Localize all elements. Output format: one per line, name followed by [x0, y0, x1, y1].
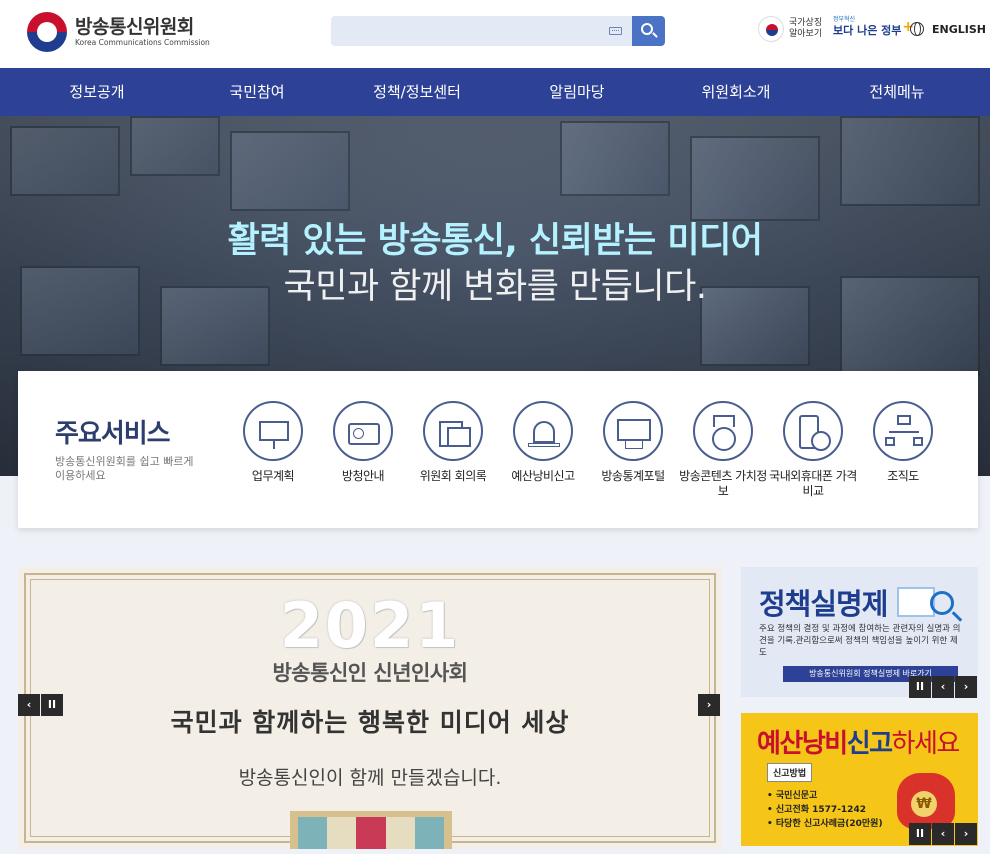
- side2-prev-button[interactable]: ‹: [932, 823, 954, 845]
- list-item: • 신고전화 1577-1242: [767, 805, 866, 815]
- report-method-list: • 국민신문고 • 신고전화 1577-1242 • 타당한 신고사례금(20만…: [767, 789, 883, 831]
- service-phone-price-compare[interactable]: 국내외휴대폰 가격비교: [768, 401, 858, 499]
- side1-next-button[interactable]: ›: [955, 676, 977, 698]
- side1-prev-button[interactable]: ‹: [932, 676, 954, 698]
- won-coin-icon: ₩: [911, 791, 937, 817]
- org-chart-icon: [873, 401, 933, 461]
- korean-flag-icon: [758, 16, 784, 42]
- nav-item-about[interactable]: 위원회소개: [676, 68, 796, 116]
- service-content-value-info[interactable]: 방송콘텐츠 가치정보: [678, 401, 768, 499]
- hero-headline: 활력 있는 방송통신, 신뢰받는 미디어: [227, 221, 763, 261]
- gov-innovation-main: 보다 나은 정부: [833, 24, 902, 37]
- folder-document-icon: [423, 401, 483, 461]
- nav-item-participation[interactable]: 국민참여: [197, 68, 317, 116]
- radio-icon: [333, 401, 393, 461]
- site-logo[interactable]: 방송통신위원회 Korea Communications Commission: [27, 12, 210, 52]
- nav-item-info-disclosure[interactable]: 정보공개: [37, 68, 157, 116]
- service-label: 방송콘텐츠 가치정보: [679, 469, 767, 498]
- side2-next-button[interactable]: ›: [955, 823, 977, 845]
- national-symbol-link[interactable]: 국가상징 알아보기: [758, 16, 829, 42]
- policy-real-name-description: 주요 정책의 결정 및 과정에 참여하는 관련자의 실명과 의견을 기록.관리함…: [759, 624, 961, 658]
- presentation-board-icon: [243, 401, 303, 461]
- nav-item-notices[interactable]: 알림마당: [517, 68, 637, 116]
- medal-info-icon: [693, 401, 753, 461]
- symbol-label-line2: 알아보기: [789, 29, 823, 39]
- search-button[interactable]: [632, 16, 665, 46]
- banner-pause-button[interactable]: II: [41, 694, 63, 716]
- service-meeting-minutes[interactable]: 위원회 회의록: [408, 401, 498, 484]
- hero-subheadline: 국민과 함께 변화를 만듭니다.: [283, 267, 707, 307]
- service-label: 방청안내: [341, 469, 385, 483]
- nav-item-all-menu[interactable]: 전체메뉴: [837, 68, 957, 116]
- service-label: 조직도: [887, 469, 919, 483]
- symbol-label-line1: 국가상징: [789, 18, 823, 28]
- logo-korean-name: 방송통신위원회: [75, 16, 194, 38]
- magnifier-icon: [930, 591, 954, 615]
- service-label: 예산낭비신고: [511, 469, 575, 483]
- policy-real-name-title: 정책실명제: [759, 587, 888, 621]
- gov-innovation-link[interactable]: 정부혁신 보다 나은 정부 +: [833, 16, 914, 37]
- main-services-panel: 주요서비스 방송통신위원회를 쉽고 빠르게 이용하세요 업무계획 방청안내 위원…: [18, 371, 978, 528]
- service-label: 방송통계포털: [601, 469, 665, 483]
- services-title: 주요서비스: [55, 419, 171, 449]
- gov-innovation-small: 정부혁신: [833, 16, 856, 23]
- services-subtitle: 방송통신위원회를 쉽고 빠르게 이용하세요: [55, 455, 194, 482]
- banner-subtitle: 방송통신인이 함께 만들겠습니다.: [238, 767, 502, 789]
- service-work-plan[interactable]: 업무계획: [228, 401, 318, 484]
- virtual-keyboard-icon[interactable]: [609, 27, 622, 35]
- banner-year: 2021: [279, 589, 461, 662]
- chart-board-icon: [603, 401, 663, 461]
- siren-icon: [513, 401, 573, 461]
- banner-slogan: 국민과 함께하는 행복한 미디어 세상: [170, 708, 570, 737]
- globe-icon: [910, 22, 924, 36]
- main-banner-slide[interactable]: 2021 방송통신인 신년인사회 국민과 함께하는 행복한 미디어 세상 방송통…: [18, 567, 722, 849]
- english-link[interactable]: ENGLISH: [910, 22, 986, 36]
- service-broadcast-stats-portal[interactable]: 방송통계포털: [588, 401, 678, 484]
- service-label: 업무계획: [251, 469, 295, 483]
- service-label: 위원회 회의록: [419, 469, 487, 483]
- service-label: 국내외휴대폰 가격비교: [769, 469, 857, 498]
- header: 방송통신위원회 Korea Communications Commission …: [0, 0, 990, 68]
- banner-title: 방송통신인 신년인사회: [272, 661, 468, 685]
- search-bar: [331, 16, 665, 46]
- service-budget-waste-report[interactable]: 예산낭비신고: [498, 401, 588, 484]
- search-input[interactable]: [331, 16, 632, 46]
- service-org-chart[interactable]: 조직도: [858, 401, 948, 484]
- service-audience-guide[interactable]: 방청안내: [318, 401, 408, 484]
- phone-won-icon: [783, 401, 843, 461]
- list-item: • 국민신문고: [767, 791, 818, 801]
- budget-waste-title: 예산낭비신고하세요: [757, 729, 960, 759]
- side1-pause-button[interactable]: II: [909, 676, 931, 698]
- taegeuk-logo-icon: [27, 12, 67, 52]
- report-method-tag: 신고방법: [767, 763, 813, 782]
- main-nav: 정보공개 국민참여 정책/정보센터 알림마당 위원회소개 전체메뉴: [0, 68, 990, 116]
- banner-decoration: [290, 811, 452, 849]
- banner-prev-button[interactable]: ‹: [18, 694, 40, 716]
- banner-next-button[interactable]: ›: [698, 694, 720, 716]
- nav-item-policy-center[interactable]: 정책/정보센터: [357, 68, 477, 116]
- english-label: ENGLISH: [932, 22, 986, 36]
- side2-pause-button[interactable]: II: [909, 823, 931, 845]
- list-item: • 타당한 신고사례금(20만원): [767, 819, 883, 829]
- logo-english-name: Korea Communications Commission: [75, 38, 210, 47]
